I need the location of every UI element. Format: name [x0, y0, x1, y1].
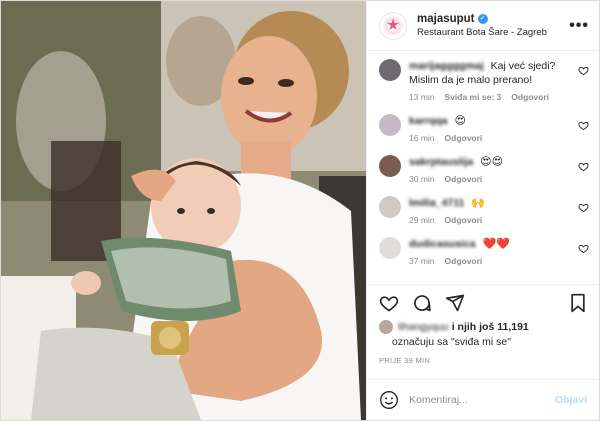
comment-body: lmilia_4711 🙌 29 min Odgovori: [409, 196, 589, 225]
reply-button[interactable]: Odgovori: [445, 133, 483, 143]
reply-button[interactable]: Odgovori: [445, 256, 483, 266]
likes-summary[interactable]: lihangyquu i njih još 11,191: [398, 321, 529, 333]
photo-illustration: [1, 1, 366, 420]
comment-body: karrqqa 😍 16 min Odgovori: [409, 114, 589, 143]
commenter-avatar[interactable]: [379, 59, 401, 81]
instagram-post: ★ majasuput ✓ Restaurant Bota Šare - Zag…: [0, 0, 600, 421]
commenter-avatar[interactable]: [379, 155, 401, 177]
bookmark-icon[interactable]: [569, 293, 587, 313]
header-top-row: majasuput ✓: [417, 13, 569, 25]
commenter-username[interactable]: dudicasusica: [409, 237, 476, 251]
header-text: majasuput ✓ Restaurant Bota Šare - Zagre…: [417, 13, 569, 38]
comment-text: 😍: [454, 115, 466, 127]
comment-line: marijaggggmaj Kaj već sjedi? Mislim da j…: [409, 59, 575, 87]
comment-like-heart-icon[interactable]: [578, 161, 589, 172]
comment-text: ❤️❤️: [482, 238, 510, 250]
comment-time[interactable]: 37 min: [409, 256, 435, 266]
reply-button[interactable]: Odgovori: [445, 174, 483, 184]
commenter-avatar[interactable]: [379, 196, 401, 218]
comment-line: karrqqa 😍: [409, 114, 575, 128]
commenter-avatar[interactable]: [379, 237, 401, 259]
comment-line: dudicasusica ❤️❤️: [409, 237, 575, 251]
heart-icon[interactable]: [379, 293, 399, 313]
comment-icon[interactable]: [412, 293, 432, 313]
reply-button[interactable]: Odgovori: [511, 92, 549, 102]
comment-body: dudicasusica ❤️❤️ 37 min Odgovori: [409, 237, 589, 266]
post-photo[interactable]: [1, 1, 366, 420]
comment-likes[interactable]: Sviđa mi se: 3: [445, 92, 502, 102]
profile-avatar[interactable]: ★: [379, 11, 407, 40]
comment-text: 😍😍: [480, 156, 504, 168]
emoji-icon[interactable]: [379, 390, 399, 410]
commenter-username[interactable]: karrqqa: [409, 114, 448, 128]
comment-like-heart-icon[interactable]: [578, 120, 589, 131]
comment-time[interactable]: 13 min: [409, 92, 435, 102]
comment-line: lmilia_4711 🙌: [409, 196, 575, 210]
commenter-avatar[interactable]: [379, 114, 401, 136]
comment-item: marijaggggmaj Kaj već sjedi? Mislim da j…: [379, 59, 589, 102]
comment-input[interactable]: Komentiraj...: [409, 394, 555, 406]
star-logo-icon: ★: [385, 16, 401, 34]
post-header: ★ majasuput ✓ Restaurant Bota Šare - Zag…: [367, 1, 599, 51]
liker-username[interactable]: lihangyquu: [398, 321, 449, 333]
comment-item: dudicasusica ❤️❤️ 37 min Odgovori: [379, 237, 589, 266]
commenter-username[interactable]: marijaggggmaj: [409, 59, 484, 73]
comment-item: lmilia_4711 🙌 29 min Odgovori: [379, 196, 589, 225]
comment-meta: 37 min Odgovori: [409, 256, 575, 266]
comment-body: sakrptauslija 😍😍 30 min Odgovori: [409, 155, 589, 184]
likes-count[interactable]: i njih još 11,191: [452, 321, 529, 333]
comment-like-heart-icon[interactable]: [578, 65, 589, 76]
comment-item: sakrptauslija 😍😍 30 min Odgovori: [379, 155, 589, 184]
post-actions: lihangyquu i njih još 11,191 označuju sa…: [367, 284, 599, 379]
comment-line: sakrptauslija 😍😍: [409, 155, 575, 169]
comment-item: karrqqa 😍 16 min Odgovori: [379, 114, 589, 143]
comment-time[interactable]: 16 min: [409, 133, 435, 143]
comment-like-heart-icon[interactable]: [578, 202, 589, 213]
post-timestamp[interactable]: PRIJE 39 MIN: [379, 356, 587, 365]
liker-avatar[interactable]: [379, 320, 393, 334]
comment-meta: 30 min Odgovori: [409, 174, 575, 184]
comment-meta: 13 min Sviđa mi se: 3 Odgovori: [409, 92, 575, 102]
more-options-icon[interactable]: •••: [569, 17, 589, 35]
comments-list: marijaggggmaj Kaj već sjedi? Mislim da j…: [367, 51, 599, 284]
post-sidebar: ★ majasuput ✓ Restaurant Bota Šare - Zag…: [366, 1, 599, 420]
verified-badge-icon: ✓: [477, 14, 488, 24]
action-icons-row: [379, 292, 587, 314]
share-icon[interactable]: [445, 293, 465, 313]
post-comment-button[interactable]: Objavi: [555, 394, 587, 406]
comment-body: marijaggggmaj Kaj već sjedi? Mislim da j…: [409, 59, 589, 102]
reply-button[interactable]: Odgovori: [445, 215, 483, 225]
likes-row: lihangyquu i njih još 11,191: [379, 320, 587, 334]
comment-time[interactable]: 30 min: [409, 174, 435, 184]
comment-time[interactable]: 29 min: [409, 215, 435, 225]
location-link[interactable]: Restaurant Bota Šare - Zagreb: [417, 27, 569, 38]
add-comment-bar: Komentiraj... Objavi: [367, 379, 599, 420]
commenter-username[interactable]: lmilia_4711: [409, 196, 464, 210]
comment-like-heart-icon[interactable]: [578, 243, 589, 254]
comment-meta: 16 min Odgovori: [409, 133, 575, 143]
commenter-username[interactable]: sakrptauslija: [409, 155, 473, 169]
likes-suffix: označuju sa "sviđa mi se": [392, 336, 511, 348]
comment-meta: 29 min Odgovori: [409, 215, 575, 225]
comment-text: 🙌: [471, 197, 486, 209]
username-link[interactable]: majasuput: [417, 13, 475, 25]
